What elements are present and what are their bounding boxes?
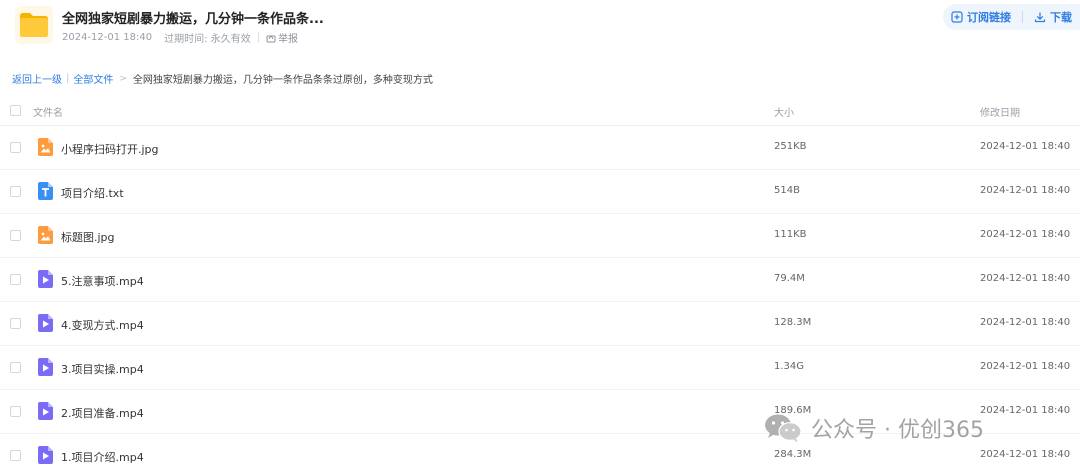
image-file-icon: [38, 226, 53, 244]
chevron-right-icon: >: [119, 73, 127, 84]
created-time: 2024-12-01 18:40: [62, 32, 153, 43]
file-name[interactable]: 4.变现方式.mp4: [61, 317, 144, 333]
file-size: 284.3M: [774, 449, 812, 460]
folder-icon: [15, 6, 53, 44]
download-label: 下载: [1050, 11, 1072, 24]
table-row[interactable]: 小程序扫码打开.jpg 251KB 2024-12-01 18:40: [0, 126, 1080, 170]
breadcrumb-divider: |: [66, 73, 70, 84]
file-size: 128.3M: [774, 317, 812, 328]
table-row[interactable]: 1.项目介绍.mp4 284.3M 2024-12-01 18:40: [0, 434, 1080, 471]
report-label: 举报: [278, 34, 299, 45]
share-actions: 订阅链接 下载: [943, 4, 1080, 30]
all-files-link[interactable]: 全部文件: [73, 71, 113, 86]
plus-square-icon: [951, 11, 963, 23]
table-row[interactable]: 3.项目实操.mp4 1.34G 2024-12-01 18:40: [0, 346, 1080, 390]
share-header: 全网独家短剧暴力搬运，几分钟一条作品条... 2024-12-01 18:40 …: [0, 0, 1080, 58]
file-date: 2024-12-01 18:40: [980, 273, 1071, 284]
table-header: 文件名 大小 修改日期: [0, 96, 1080, 126]
video-file-icon: [38, 402, 53, 420]
table-row[interactable]: 5.注意事项.mp4 79.4M 2024-12-01 18:40: [0, 258, 1080, 302]
expire-time: 过期时间: 永久有效: [164, 34, 251, 45]
row-checkbox[interactable]: [10, 406, 21, 417]
table-row[interactable]: 2.项目准备.mp4 189.6M 2024-12-01 18:40: [0, 390, 1080, 434]
video-file-icon: [38, 314, 53, 332]
file-name[interactable]: 5.注意事项.mp4: [61, 273, 144, 289]
column-header-name: 文件名: [33, 108, 63, 119]
file-size: 111KB: [774, 229, 807, 240]
file-size: 251KB: [774, 141, 807, 152]
file-date: 2024-12-01 18:40: [980, 449, 1071, 460]
video-file-icon: [38, 270, 53, 288]
report-icon: [266, 35, 276, 42]
text-file-icon: [38, 182, 53, 200]
table-row[interactable]: 标题图.jpg 111KB 2024-12-01 18:40: [0, 214, 1080, 258]
download-icon: [1034, 12, 1046, 23]
subscribe-label: 订阅链接: [967, 11, 1011, 24]
breadcrumb-current: 全网独家短剧暴力搬运，几分钟一条作品条条过原创，多种变现方式: [132, 75, 433, 86]
breadcrumb: 返回上一级 | 全部文件 > 全网独家短剧暴力搬运，几分钟一条作品条条过原创，多…: [12, 71, 433, 86]
file-size: 79.4M: [774, 273, 805, 284]
file-name[interactable]: 3.项目实操.mp4: [61, 361, 144, 377]
row-checkbox[interactable]: [10, 318, 21, 329]
file-date: 2024-12-01 18:40: [980, 317, 1071, 328]
file-name[interactable]: 2.项目准备.mp4: [61, 405, 144, 421]
column-header-size: 大小: [774, 108, 794, 119]
row-checkbox[interactable]: [10, 230, 21, 241]
actions-divider: [1022, 11, 1023, 23]
select-all-checkbox[interactable]: [10, 105, 21, 116]
image-file-icon: [38, 138, 53, 156]
row-checkbox[interactable]: [10, 362, 21, 373]
file-name[interactable]: 小程序扫码打开.jpg: [61, 141, 159, 157]
file-size: 514B: [774, 185, 800, 196]
column-header-date: 修改日期: [980, 108, 1020, 119]
row-checkbox[interactable]: [10, 274, 21, 285]
file-date: 2024-12-01 18:40: [980, 185, 1071, 196]
file-size: 1.34G: [774, 361, 805, 372]
row-checkbox[interactable]: [10, 186, 21, 197]
video-file-icon: [38, 446, 53, 464]
file-date: 2024-12-01 18:40: [980, 405, 1071, 416]
file-date: 2024-12-01 18:40: [980, 141, 1071, 152]
file-size: 189.6M: [774, 405, 812, 416]
file-name[interactable]: 标题图.jpg: [61, 229, 115, 245]
share-title: 全网独家短剧暴力搬运，几分钟一条作品条...: [62, 12, 324, 27]
share-meta: 2024-12-01 18:40 过期时间: 永久有效 | 举报: [62, 30, 298, 45]
row-checkbox[interactable]: [10, 142, 21, 153]
file-table: 文件名 大小 修改日期 小程序扫码打开.jpg 251KB 2024-12-01 1…: [0, 96, 1080, 471]
file-name[interactable]: 项目介绍.txt: [61, 185, 124, 201]
row-checkbox[interactable]: [10, 450, 21, 461]
table-body: 小程序扫码打开.jpg 251KB 2024-12-01 18:40 项目介绍.txt…: [0, 126, 1080, 471]
file-date: 2024-12-01 18:40: [980, 361, 1071, 372]
subscribe-link-button[interactable]: 订阅链接: [951, 9, 1011, 25]
video-file-icon: [38, 358, 53, 376]
back-link[interactable]: 返回上一级: [12, 71, 62, 86]
file-name[interactable]: 1.项目介绍.mp4: [61, 449, 144, 465]
table-row[interactable]: 项目介绍.txt 514B 2024-12-01 18:40: [0, 170, 1080, 214]
table-row[interactable]: 4.变现方式.mp4 128.3M 2024-12-01 18:40: [0, 302, 1080, 346]
report-link[interactable]: 举报: [266, 30, 298, 45]
meta-divider: |: [256, 32, 261, 43]
download-button[interactable]: 下载: [1034, 9, 1072, 25]
file-date: 2024-12-01 18:40: [980, 229, 1071, 240]
